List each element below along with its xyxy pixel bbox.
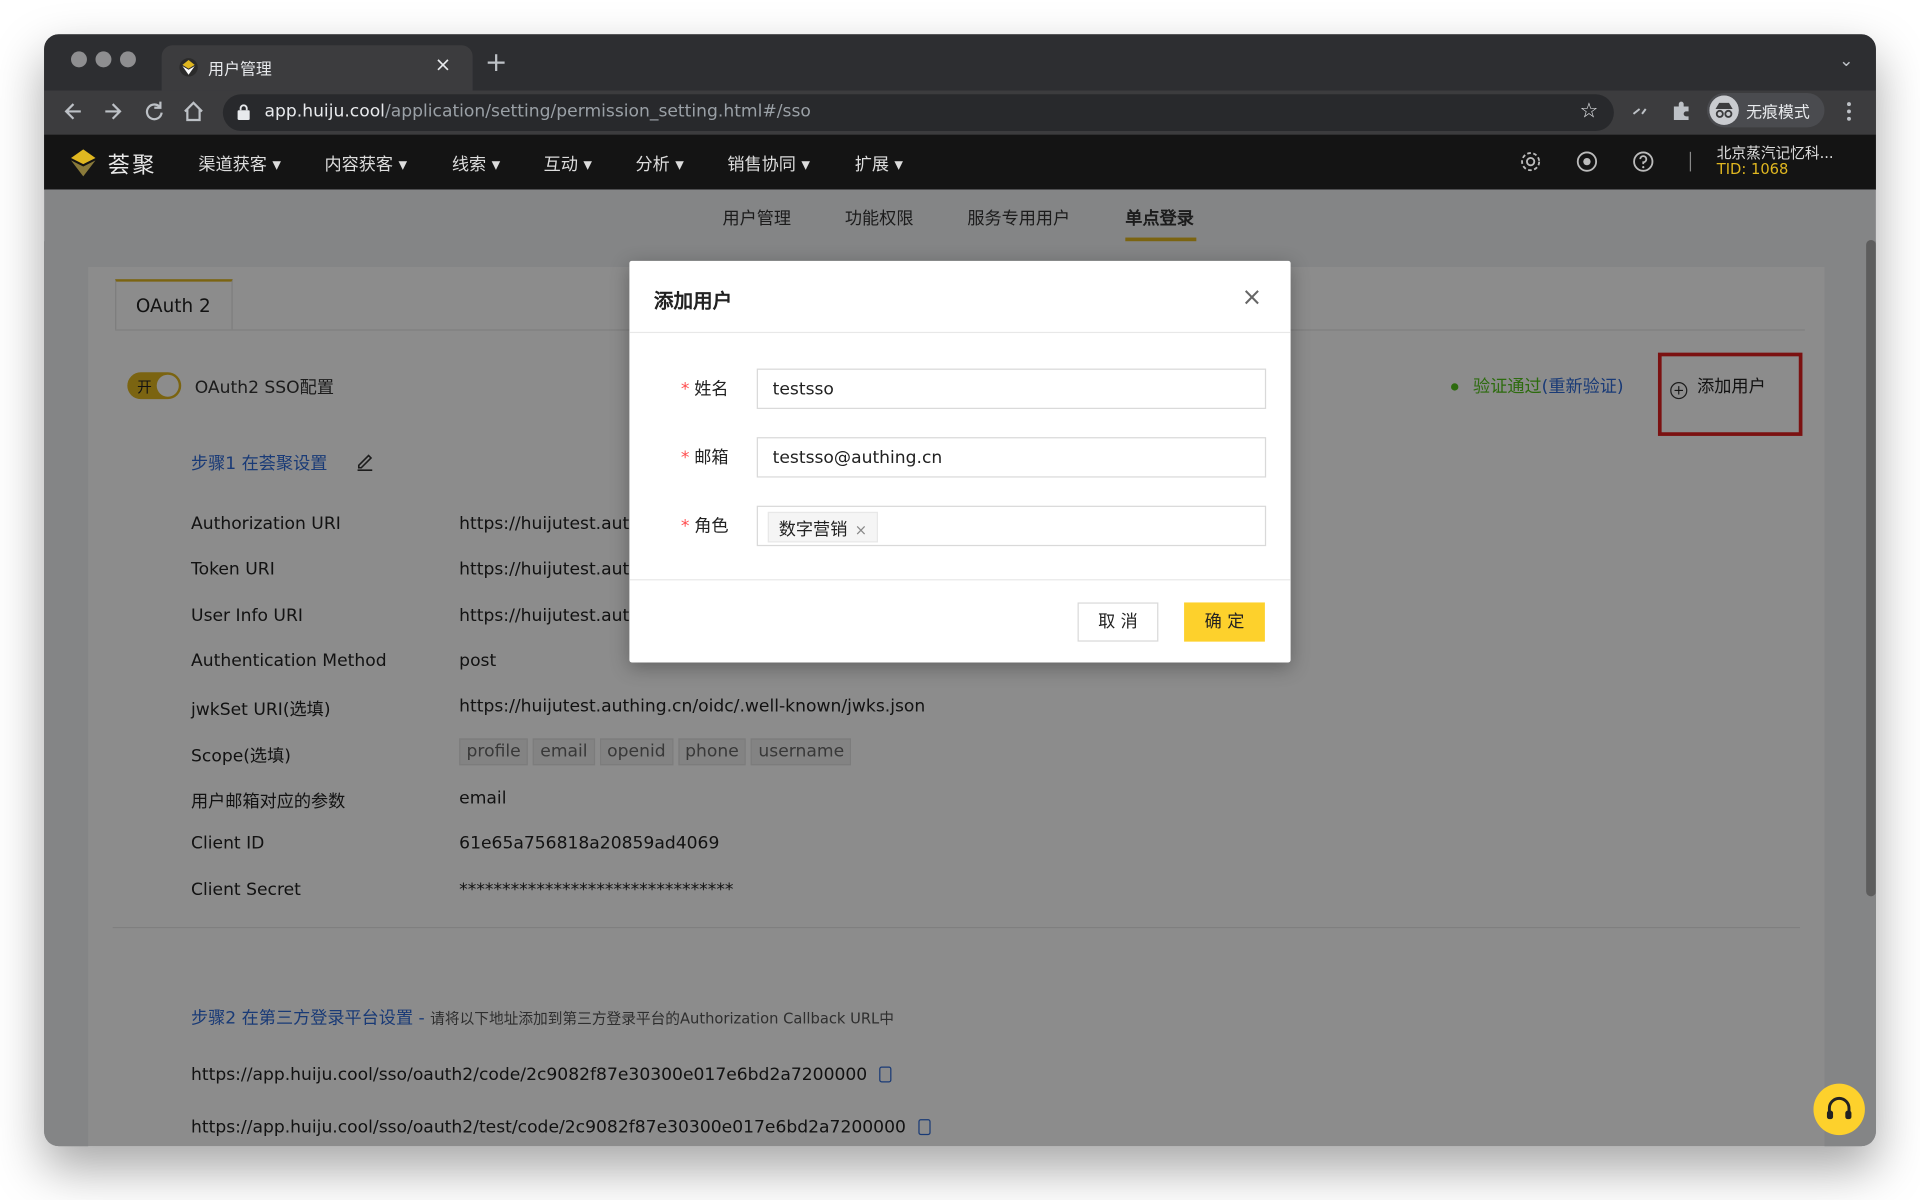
zoom-window-dot[interactable] bbox=[120, 51, 136, 68]
url-text: app.huiju.cool/application/setting/permi… bbox=[264, 102, 810, 122]
email-field-label: * 邮箱 bbox=[681, 444, 729, 468]
close-icon[interactable]: × bbox=[1242, 282, 1263, 311]
org-info[interactable]: 北京蒸汽记忆科... TID: 1068 bbox=[1716, 144, 1834, 178]
star-icon[interactable]: ☆ bbox=[1580, 99, 1599, 123]
required-mark: * bbox=[680, 379, 690, 400]
dialog-title: 添加用户 bbox=[653, 288, 733, 313]
name-label-text: 姓名 bbox=[694, 379, 729, 400]
email-field[interactable]: testsso@authing.cn bbox=[756, 437, 1267, 478]
header-divider bbox=[1689, 151, 1692, 172]
tab-close-icon[interactable]: × bbox=[435, 53, 451, 76]
tab-search-icon[interactable]: ⌄ bbox=[1839, 51, 1853, 71]
incognito-label: 无痕模式 bbox=[1746, 104, 1810, 123]
menu-sales-collab[interactable]: 销售协同 ▾ bbox=[727, 152, 810, 176]
dialog-footer-divider bbox=[629, 579, 1291, 581]
name-field[interactable]: testsso bbox=[756, 368, 1267, 409]
remove-tag-icon[interactable]: × bbox=[855, 522, 867, 539]
settings-gear-icon[interactable] bbox=[1518, 149, 1542, 173]
browser-toolbar: app.huiju.cool/application/setting/permi… bbox=[44, 90, 1876, 135]
cancel-button[interactable]: 取 消 bbox=[1077, 602, 1159, 642]
headset-icon bbox=[1826, 1096, 1852, 1120]
tenant-id: TID: 1068 bbox=[1716, 160, 1789, 178]
activity-icon[interactable] bbox=[1575, 149, 1599, 173]
lock-icon[interactable] bbox=[237, 104, 250, 121]
menu-interaction[interactable]: 互动 ▾ bbox=[544, 152, 592, 176]
incognito-icon bbox=[1709, 95, 1739, 125]
tab-title: 用户管理 bbox=[208, 61, 272, 80]
menu-analytics[interactable]: 分析 ▾ bbox=[636, 152, 684, 176]
browser-tab-bar: 用户管理 × + ⌄ bbox=[44, 34, 1876, 91]
media-icon[interactable] bbox=[1627, 99, 1651, 123]
menu-channel-acquisition[interactable]: 渠道获客 ▾ bbox=[198, 152, 281, 176]
forward-arrow-icon[interactable] bbox=[100, 99, 124, 123]
close-window-dot[interactable] bbox=[71, 51, 87, 68]
browser-tab[interactable]: 用户管理 × bbox=[161, 45, 473, 91]
role-tag-label: 数字营销 bbox=[778, 520, 848, 541]
browser-window: 用户管理 × + ⌄ app.huiju.cool/application/se… bbox=[44, 34, 1876, 1147]
back-arrow-icon[interactable] bbox=[61, 99, 85, 123]
support-button[interactable] bbox=[1813, 1083, 1865, 1136]
incognito-badge[interactable]: 无痕模式 bbox=[1706, 93, 1825, 128]
menu-leads[interactable]: 线索 ▾ bbox=[452, 152, 500, 176]
menu-extensions[interactable]: 扩展 ▾ bbox=[855, 152, 903, 176]
required-mark: * bbox=[680, 448, 690, 468]
site-favicon-icon bbox=[179, 58, 198, 77]
help-icon[interactable] bbox=[1631, 149, 1655, 173]
brand-logo-icon[interactable] bbox=[69, 148, 98, 177]
role-tag: 数字营销 × bbox=[767, 511, 879, 543]
role-field-label: * 角色 bbox=[681, 513, 729, 537]
email-label-text: 邮箱 bbox=[694, 448, 729, 468]
app-header: 荟聚 渠道获客 ▾ 内容获客 ▾ 线索 ▾ 互动 ▾ 分析 ▾ 销售协同 ▾ 扩… bbox=[44, 134, 1876, 190]
extension-icon[interactable] bbox=[1669, 99, 1693, 123]
role-label-text: 角色 bbox=[694, 516, 729, 537]
confirm-button[interactable]: 确 定 bbox=[1184, 602, 1265, 642]
minimize-window-dot[interactable] bbox=[95, 51, 112, 68]
dialog-header-divider bbox=[629, 331, 1291, 334]
url-path: /application/setting/permission_setting.… bbox=[384, 101, 811, 122]
url-host: app.huiju.cool bbox=[264, 101, 385, 122]
reload-icon[interactable] bbox=[142, 99, 166, 123]
new-tab-icon[interactable]: + bbox=[485, 48, 508, 79]
required-mark: * bbox=[680, 516, 690, 537]
org-name: 北京蒸汽记忆科... bbox=[1716, 144, 1834, 162]
name-field-label: * 姓名 bbox=[681, 376, 729, 400]
role-select[interactable]: 数字营销 × bbox=[756, 505, 1267, 547]
home-icon[interactable] bbox=[181, 99, 205, 123]
add-user-dialog: 添加用户 × * 姓名 testsso * 邮箱 testsso@authing.c… bbox=[629, 260, 1291, 663]
brand-name: 荟聚 bbox=[107, 153, 157, 179]
menu-content-acquisition[interactable]: 内容获客 ▾ bbox=[324, 152, 407, 176]
address-bar[interactable]: app.huiju.cool/application/setting/permi… bbox=[222, 94, 1614, 132]
kebab-menu-icon[interactable] bbox=[1837, 99, 1861, 123]
